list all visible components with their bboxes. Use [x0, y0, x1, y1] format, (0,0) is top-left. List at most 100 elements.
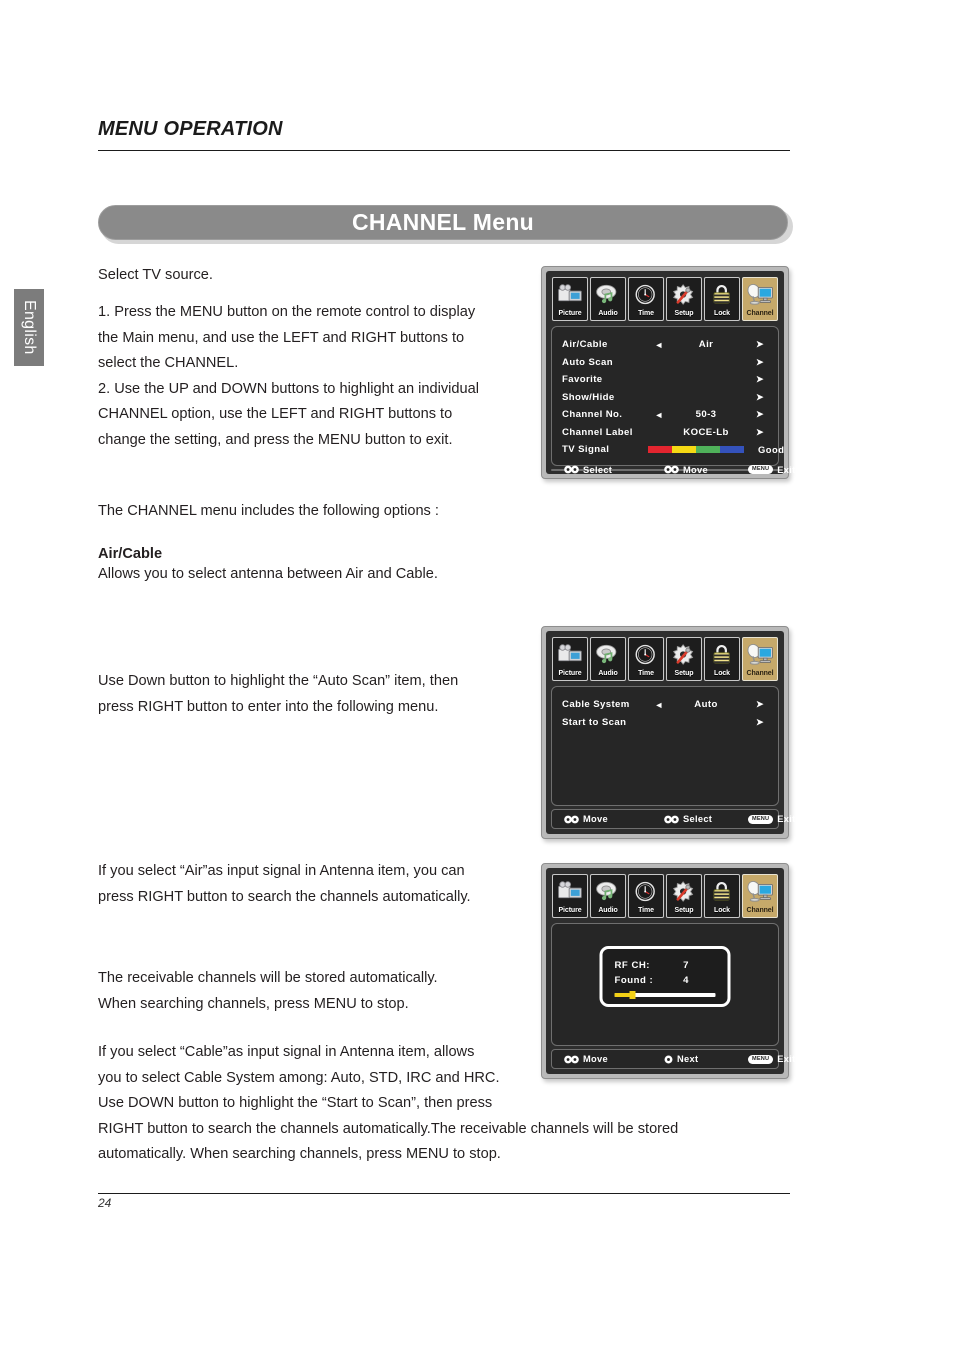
- scan-row-rf-ch: RF CH: 7: [615, 958, 716, 973]
- tv-signal-quality: Good: [758, 444, 785, 456]
- updown-circles-icon: [564, 1055, 579, 1064]
- signal-segment-green: [696, 446, 720, 454]
- osd-row-value: 50-3: [695, 409, 717, 421]
- osd-row-air-cable[interactable]: Air/Cable ◄ Air ➤: [562, 336, 768, 354]
- osd-tab-label: Audio: [598, 310, 618, 317]
- right-arrow-icon[interactable]: ➤: [742, 699, 768, 710]
- osd-tab-picture[interactable]: Picture: [552, 277, 588, 321]
- osd-tab-label: Lock: [714, 310, 730, 317]
- found-label: Found :: [614, 975, 654, 986]
- osd-tab-label: Setup: [674, 907, 694, 914]
- osd-row-show-hide[interactable]: Show/Hide ➤: [562, 389, 768, 407]
- right-arrow-icon[interactable]: ➤: [742, 409, 768, 420]
- gear-wrench-icon: [667, 638, 701, 670]
- leftright-circles-icon: [664, 815, 679, 824]
- osd-hint-select: Select: [564, 465, 612, 475]
- scan-progress-knob: [629, 991, 636, 999]
- osd-tab-lock[interactable]: Lock: [704, 874, 740, 918]
- osd-row-tv-signal: TV Signal Good: [562, 441, 784, 459]
- osd-hint-label: Exit: [777, 814, 796, 824]
- section-banner: CHANNEL Menu: [98, 205, 793, 244]
- padlock-icon: [705, 278, 739, 310]
- paragraph-stored-automatically: The receivable channels will be stored a…: [98, 970, 438, 1012]
- osd-row-start-to-scan[interactable]: Start to Scan ➤: [562, 714, 768, 732]
- osd-hint-label: Move: [583, 1054, 608, 1064]
- osd-hint-label: Select: [683, 814, 713, 824]
- osd-tab-picture[interactable]: Picture: [552, 874, 588, 918]
- osd-channel-rows: Air/Cable ◄ Air ➤ Auto Scan ➤ Favorite ➤ Show/Hi…: [562, 336, 768, 441]
- osd-channel-footer: Select Move MENU Exit: [551, 465, 795, 475]
- signal-segment-blue: [720, 446, 744, 454]
- osd-tab-time[interactable]: Time: [628, 874, 664, 918]
- language-tab-label: English: [21, 300, 38, 355]
- osd-tabstrip-2: Picture Audio Time Setup Lock Channel: [550, 635, 780, 684]
- osd-tab-label: Setup: [674, 310, 694, 317]
- osd-tab-label: Lock: [714, 670, 730, 677]
- osd-tab-label: Audio: [598, 907, 618, 914]
- leftright-circles-icon: [664, 465, 679, 474]
- osd-tab-setup[interactable]: Setup: [666, 637, 702, 681]
- osd-tab-label: Picture: [558, 310, 582, 317]
- menu-button-glyph: MENU: [748, 814, 774, 824]
- right-arrow-icon[interactable]: ➤: [742, 427, 768, 438]
- osd-row-value: Auto: [694, 699, 718, 711]
- osd-row-label: Channel No.: [562, 409, 623, 421]
- osd-tab-label: Time: [638, 310, 654, 317]
- osd-row-value: Air: [698, 339, 714, 351]
- right-arrow-icon[interactable]: ➤: [742, 339, 768, 350]
- osd-tab-label: Channel: [746, 310, 774, 317]
- osd-hint-move: Move: [564, 1054, 608, 1064]
- osd-row-cable-system[interactable]: Cable System ◄ Auto ➤: [562, 696, 768, 714]
- osd-row-auto-scan[interactable]: Auto Scan ➤: [562, 354, 768, 372]
- satellite-tv-icon: [743, 278, 777, 310]
- osd-tab-time[interactable]: Time: [628, 277, 664, 321]
- right-arrow-icon[interactable]: ➤: [742, 717, 768, 728]
- osd-scanning-footer: Move Next MENU Exit: [551, 1049, 795, 1069]
- osd-tab-audio[interactable]: Audio: [590, 637, 626, 681]
- speaker-note-icon: [591, 638, 625, 670]
- page-title: MENU OPERATION: [98, 118, 283, 140]
- right-arrow-icon[interactable]: ➤: [742, 374, 768, 385]
- osd-tab-audio[interactable]: Audio: [590, 277, 626, 321]
- footer-divider: [98, 1193, 790, 1194]
- paragraph-air-cable-desc: Allows you to select antenna between Air…: [98, 566, 438, 582]
- speaker-note-icon: [591, 278, 625, 310]
- osd-row-label: Show/Hide: [562, 391, 615, 403]
- osd-hint-label: Exit: [777, 1054, 796, 1064]
- osd-row-favorite[interactable]: Favorite ➤: [562, 371, 768, 389]
- camera-icon: [553, 278, 587, 310]
- osd-hint-move: Move: [664, 465, 708, 475]
- menu-button-glyph: MENU: [748, 1054, 774, 1064]
- osd-scanning-inner: Picture Audio Time Setup Lock Channel RF CH: …: [546, 868, 795, 1074]
- right-arrow-icon[interactable]: ➤: [742, 392, 768, 403]
- page-header: MENU OPERATION: [98, 118, 790, 151]
- osd-tab-picture[interactable]: Picture: [552, 637, 588, 681]
- osd-tab-setup[interactable]: Setup: [666, 277, 702, 321]
- osd-row-label: Channel Label: [562, 426, 633, 438]
- left-arrow-icon[interactable]: ◄: [648, 410, 670, 420]
- single-circle-icon: [664, 1055, 673, 1064]
- osd-tab-time[interactable]: Time: [628, 637, 664, 681]
- clock-icon: [629, 875, 663, 907]
- osd-row-channel-label[interactable]: Channel Label KOCE-Lb ➤: [562, 424, 768, 442]
- paragraph-select-tv-source: Select TV source.: [98, 267, 213, 283]
- right-arrow-icon[interactable]: ➤: [742, 357, 768, 368]
- osd-scanning-menu: Picture Audio Time Setup Lock Channel RF CH: …: [541, 863, 795, 1079]
- osd-tab-channel[interactable]: Channel: [742, 874, 778, 918]
- updown-circles-icon: [564, 815, 579, 824]
- osd-tabstrip-1: Picture Audio Time Setup Lock Channel: [550, 275, 780, 324]
- left-arrow-icon[interactable]: ◄: [648, 340, 670, 350]
- osd-tab-channel[interactable]: Channel: [742, 637, 778, 681]
- osd-tab-label: Audio: [598, 670, 618, 677]
- osd-tab-setup[interactable]: Setup: [666, 874, 702, 918]
- osd-tab-lock[interactable]: Lock: [704, 277, 740, 321]
- left-arrow-icon[interactable]: ◄: [648, 700, 670, 710]
- found-value: 4: [683, 975, 689, 986]
- osd-autoscan-inner: Picture Audio Time Setup Lock Channel Cable S…: [546, 631, 795, 834]
- osd-tab-audio[interactable]: Audio: [590, 874, 626, 918]
- osd-row-channel-no[interactable]: Channel No. ◄ 50-3 ➤: [562, 406, 768, 424]
- osd-tab-channel[interactable]: Channel: [742, 277, 778, 321]
- osd-tab-label: Picture: [558, 670, 582, 677]
- osd-autoscan-body: Cable System ◄ Auto ➤ Start to Scan ➤: [551, 686, 779, 806]
- osd-tab-lock[interactable]: Lock: [704, 637, 740, 681]
